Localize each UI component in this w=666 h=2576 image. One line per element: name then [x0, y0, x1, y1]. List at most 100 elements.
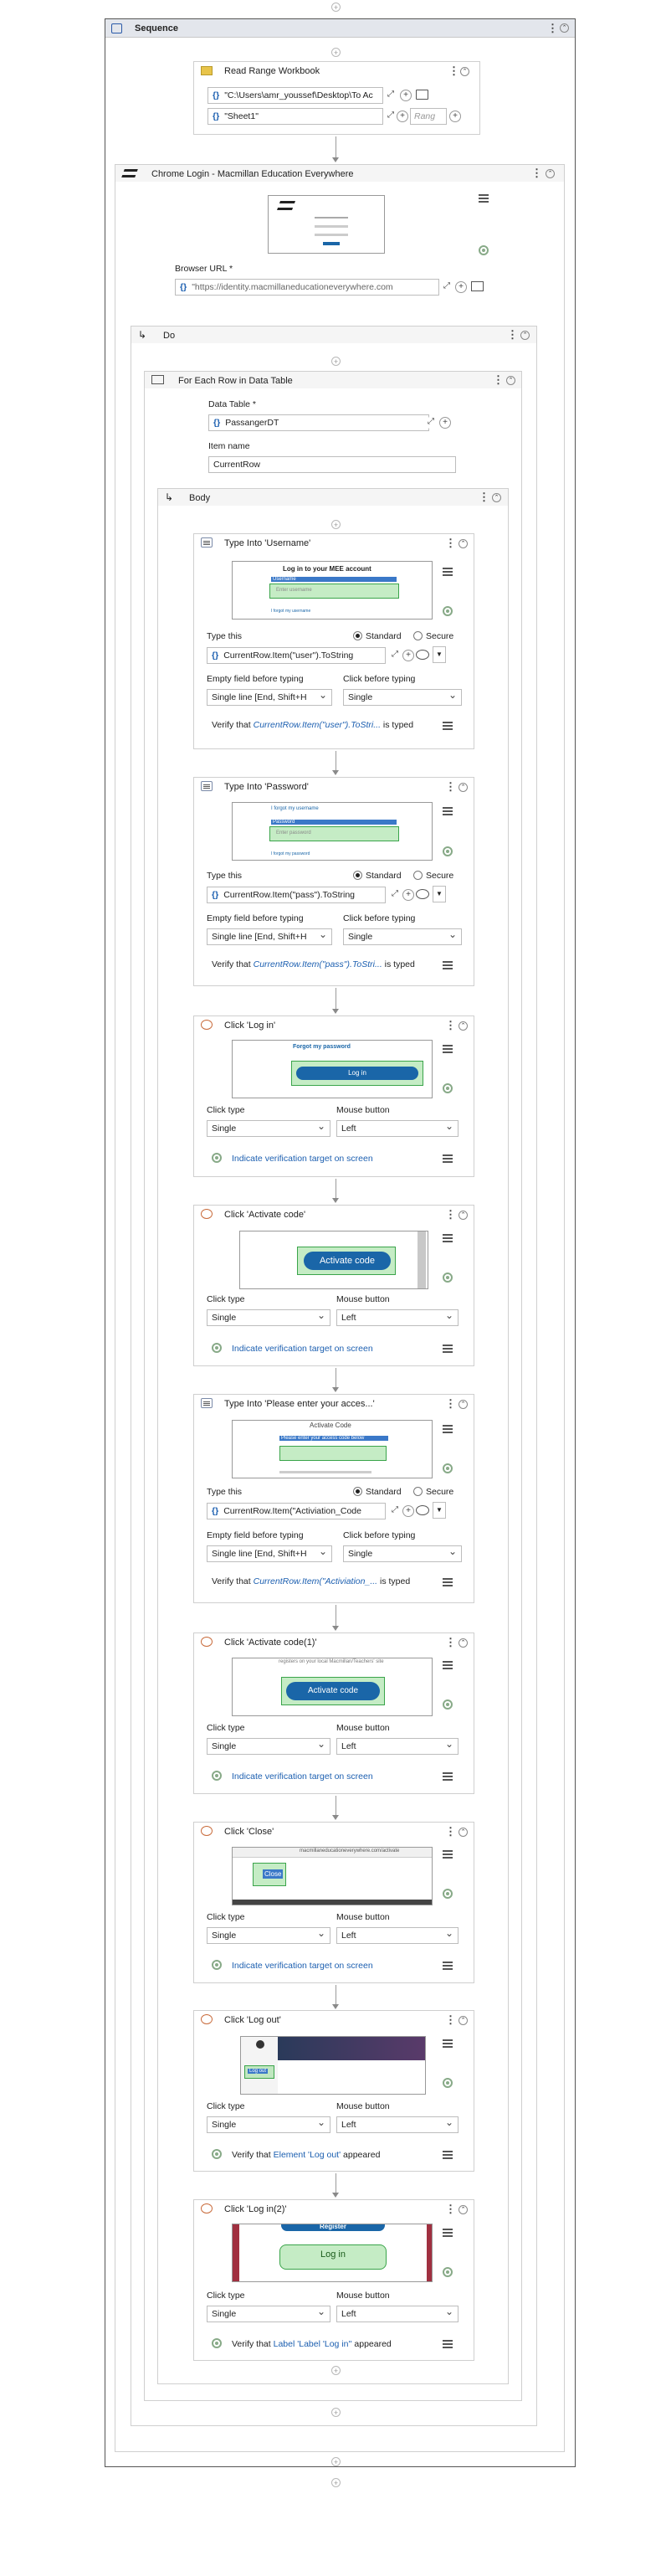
itemname-field[interactable]: CurrentRow	[208, 456, 456, 473]
secure-radio[interactable]	[413, 871, 423, 880]
add-activity-button[interactable]: +	[331, 520, 341, 529]
workbook-path-field[interactable]: {} "C:\Users\amr_youssef\Desktop\To Ac	[207, 87, 383, 104]
activity-collapse-icon[interactable]: ⌃	[459, 1211, 468, 1220]
click-before-select[interactable]: Single	[343, 1545, 462, 1562]
menu-icon[interactable]	[443, 1772, 453, 1781]
menu-icon[interactable]	[443, 1962, 453, 1970]
activity-collapse-icon[interactable]: ⌃	[459, 539, 468, 548]
type-this-field[interactable]: {} CurrentRow.Item("pass").ToString	[207, 887, 386, 903]
chevron-down-icon[interactable]: ▼	[433, 646, 446, 663]
read-range-collapse-icon[interactable]: ⌃	[460, 67, 469, 76]
activity-more-icon[interactable]: ⋮	[445, 2203, 456, 2215]
hide-eye-icon[interactable]	[416, 650, 429, 660]
chrome-more-icon[interactable]: ⋮	[531, 167, 542, 179]
target-icon[interactable]	[212, 2338, 222, 2348]
click-type-select[interactable]: Single	[207, 1309, 330, 1326]
read-range-card[interactable]: Read Range Workbook ⋮ ⌃ {} "C:\Users\amr_…	[193, 61, 480, 135]
do-header[interactable]	[131, 326, 536, 343]
plus-icon[interactable]: +	[402, 889, 414, 901]
expand-icon[interactable]: ⤢	[389, 889, 401, 901]
activate-screenshot[interactable]: Activate code	[239, 1231, 428, 1289]
activity-collapse-icon[interactable]: ⌃	[459, 2205, 468, 2214]
menu-icon[interactable]	[479, 194, 489, 203]
standard-radio[interactable]	[353, 631, 362, 640]
type-this-field[interactable]: {} CurrentRow.Item("user").ToString	[207, 647, 386, 664]
click-before-select[interactable]: Single	[343, 689, 462, 706]
target-icon[interactable]	[212, 1960, 222, 1970]
menu-icon[interactable]	[443, 1045, 453, 1053]
add-activity-button[interactable]: +	[331, 2478, 341, 2487]
indicate-link[interactable]: Indicate verification target on screen	[232, 1154, 373, 1164]
target-icon[interactable]	[443, 1889, 453, 1899]
activity-collapse-icon[interactable]: ⌃	[459, 1638, 468, 1648]
do-collapse-icon[interactable]: ⌃	[520, 331, 530, 340]
body-more-icon[interactable]: ⋮	[479, 491, 489, 503]
target-icon[interactable]	[443, 1699, 453, 1710]
chrome-page-screenshot[interactable]	[268, 195, 385, 254]
expand-icon[interactable]: ⤢	[441, 281, 453, 293]
empty-field-select[interactable]: Single line [End, Shift+H	[207, 689, 332, 706]
activate1-screenshot[interactable]: registers on your local Macmillan/Teache…	[232, 1658, 433, 1716]
do-more-icon[interactable]: ⋮	[507, 329, 518, 341]
mouse-button-select[interactable]: Left	[336, 1309, 459, 1326]
click-type-select[interactable]: Single	[207, 1927, 330, 1944]
menu-icon[interactable]	[443, 807, 453, 815]
access-code-screenshot[interactable]: Activate Code Please enter your access c…	[232, 1420, 433, 1478]
target-icon[interactable]	[443, 1083, 453, 1093]
browser-url-field[interactable]: {} "https://identity.macmillaneducationev…	[175, 279, 439, 296]
foreach-more-icon[interactable]: ⋮	[493, 374, 504, 386]
target-icon[interactable]	[443, 606, 453, 616]
menu-icon[interactable]	[443, 2039, 453, 2048]
range-field[interactable]: Rang	[410, 108, 447, 125]
plus-icon[interactable]: +	[455, 281, 467, 293]
close-screenshot[interactable]: macmillaneducationeverywhere.com/activat…	[232, 1847, 433, 1905]
password-screenshot[interactable]: I forgot my username Password Enter pass…	[232, 802, 433, 861]
activity-more-icon[interactable]: ⋮	[445, 781, 456, 793]
menu-icon[interactable]	[443, 1234, 453, 1242]
plus-icon[interactable]: +	[449, 111, 461, 122]
login2-screenshot[interactable]: Register Log in	[232, 2224, 433, 2282]
mouse-button-select[interactable]: Left	[336, 1927, 459, 1944]
empty-field-select[interactable]: Single line [End, Shift+H	[207, 928, 332, 945]
menu-icon[interactable]	[443, 722, 453, 730]
standard-radio[interactable]	[353, 1487, 362, 1496]
indicate-link[interactable]: Indicate verification target on screen	[232, 1771, 373, 1782]
activity-more-icon[interactable]: ⋮	[445, 1020, 456, 1031]
type-this-field[interactable]: {} CurrentRow.Item("Activiation_Code	[207, 1503, 386, 1519]
activity-collapse-icon[interactable]: ⌃	[459, 2016, 468, 2025]
browser-window-icon[interactable]	[471, 281, 484, 291]
menu-icon[interactable]	[443, 1850, 453, 1859]
activity-more-icon[interactable]: ⋮	[445, 1209, 456, 1221]
add-activity-button[interactable]: +	[331, 357, 341, 366]
mouse-button-select[interactable]: Left	[336, 2116, 459, 2133]
plus-icon[interactable]: +	[402, 650, 414, 661]
target-icon[interactable]	[443, 1463, 453, 1473]
activity-more-icon[interactable]: ⋮	[445, 1398, 456, 1410]
add-activity-button[interactable]: +	[331, 2457, 341, 2466]
activity-collapse-icon[interactable]: ⌃	[459, 1400, 468, 1409]
menu-icon[interactable]	[443, 1578, 453, 1586]
add-activity-button[interactable]: +	[331, 48, 341, 57]
plus-icon[interactable]: +	[400, 90, 412, 101]
menu-icon[interactable]	[443, 568, 453, 576]
activity-more-icon[interactable]: ⋮	[445, 2014, 456, 2026]
click-type-select[interactable]: Single	[207, 1738, 330, 1755]
activity-more-icon[interactable]: ⋮	[445, 1826, 456, 1838]
chevron-down-icon[interactable]: ▼	[433, 886, 446, 902]
click-before-select[interactable]: Single	[343, 928, 462, 945]
folder-icon[interactable]	[416, 90, 428, 100]
login-screenshot[interactable]: Forgot my password Log in	[232, 1040, 433, 1098]
body-header[interactable]	[158, 489, 508, 506]
username-screenshot[interactable]: Log in to your MEE account Username Ente…	[232, 561, 433, 620]
sequence-collapse-icon[interactable]: ⌃	[560, 23, 569, 33]
menu-icon[interactable]	[443, 1154, 453, 1163]
chrome-collapse-icon[interactable]: ⌃	[546, 169, 555, 178]
datatable-field[interactable]: {} PassangerDT	[208, 414, 429, 431]
activity-more-icon[interactable]: ⋮	[445, 537, 456, 549]
mouse-button-select[interactable]: Left	[336, 1738, 459, 1755]
secure-radio[interactable]	[413, 1487, 423, 1496]
target-icon[interactable]	[212, 1771, 222, 1781]
secure-radio[interactable]	[413, 631, 423, 640]
add-activity-top-button[interactable]: +	[331, 3, 341, 12]
target-icon[interactable]	[212, 1343, 222, 1353]
